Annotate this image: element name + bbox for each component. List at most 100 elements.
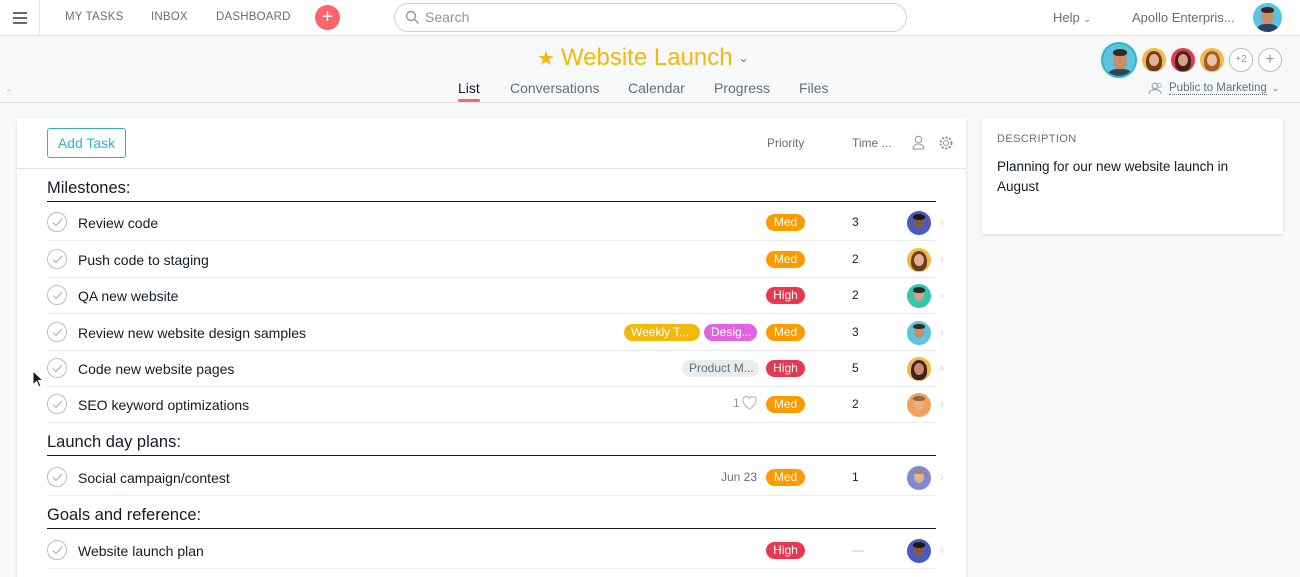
- tag-design[interactable]: Desig...: [704, 324, 757, 341]
- chevron-right-icon[interactable]: ›: [940, 325, 944, 339]
- star-icon[interactable]: ★: [537, 46, 555, 71]
- tab-conversations[interactable]: Conversations: [510, 80, 600, 96]
- tag-weekly[interactable]: Weekly T...: [624, 324, 700, 341]
- add-member-button[interactable]: +: [1258, 48, 1282, 72]
- project-title[interactable]: ★ Website Launch ⌄: [537, 44, 749, 72]
- section-header[interactable]: Launch day plans:: [47, 428, 936, 456]
- like-count[interactable]: 1: [733, 396, 757, 410]
- time-estimate[interactable]: 5: [852, 361, 859, 375]
- nav-inbox[interactable]: INBOX: [151, 11, 188, 23]
- top-bar: MY TASKS INBOX DASHBOARD + Help ⌄ Apollo…: [0, 0, 1300, 36]
- quick-add-button[interactable]: +: [315, 5, 340, 30]
- assignee-avatar[interactable]: [907, 248, 931, 272]
- tab-files[interactable]: Files: [799, 80, 829, 96]
- task-name[interactable]: Push code to staging: [78, 252, 209, 268]
- more-members-badge[interactable]: +2: [1229, 48, 1253, 72]
- search-input[interactable]: [425, 9, 895, 25]
- menu-icon[interactable]: [0, 0, 40, 36]
- chevron-right-icon[interactable]: ›: [940, 543, 944, 557]
- member-avatar[interactable]: [1171, 48, 1195, 72]
- assignee-avatar[interactable]: [907, 393, 931, 417]
- member-avatar[interactable]: [1142, 48, 1166, 72]
- add-task-button[interactable]: Add Task: [47, 128, 126, 158]
- task-row[interactable]: Review new website design samples Weekly…: [47, 315, 944, 351]
- task-row[interactable]: Social campaign/contest Jun 23 Med 1 ›: [47, 460, 944, 496]
- time-estimate[interactable]: 2: [852, 397, 859, 411]
- priority-badge[interactable]: Med: [766, 214, 805, 231]
- task-name[interactable]: QA new website: [78, 288, 178, 304]
- time-estimate[interactable]: 2: [852, 288, 859, 302]
- section-title: Milestones:: [47, 179, 131, 197]
- tab-list[interactable]: List: [458, 80, 480, 96]
- task-row[interactable]: QA new website High 2 ›: [47, 278, 944, 314]
- task-row[interactable]: Code new website pages Product M... High…: [47, 351, 944, 387]
- complete-checkbox[interactable]: [47, 285, 67, 305]
- time-estimate[interactable]: 3: [852, 215, 859, 229]
- priority-badge[interactable]: Med: [766, 396, 805, 413]
- member-avatar[interactable]: [1200, 48, 1224, 72]
- gear-icon[interactable]: [938, 135, 954, 151]
- complete-checkbox[interactable]: [47, 212, 67, 232]
- task-name[interactable]: Social campaign/contest: [78, 470, 230, 486]
- collapse-icon[interactable]: ⌃: [5, 88, 13, 99]
- tab-calendar[interactable]: Calendar: [628, 80, 685, 96]
- task-name[interactable]: Review code: [78, 215, 158, 231]
- description-text[interactable]: Planning for our new website launch in A…: [997, 157, 1257, 197]
- tab-progress[interactable]: Progress: [714, 80, 770, 96]
- chevron-down-icon[interactable]: ⌄: [739, 51, 749, 65]
- task-row[interactable]: Website launch plan High — ›: [47, 533, 944, 569]
- task-row[interactable]: Push code to staging Med 2 ›: [47, 242, 944, 278]
- chevron-right-icon[interactable]: ›: [940, 470, 944, 484]
- project-title-text: Website Launch: [560, 44, 733, 71]
- time-estimate[interactable]: 1: [852, 470, 859, 484]
- priority-badge[interactable]: High: [766, 287, 805, 304]
- priority-badge[interactable]: Med: [766, 469, 805, 486]
- task-row[interactable]: SEO keyword optimizations 1 Med 2 ›: [47, 387, 944, 423]
- due-date[interactable]: Jun 23: [721, 470, 757, 484]
- complete-checkbox[interactable]: [47, 358, 67, 378]
- member-avatar[interactable]: [1101, 42, 1137, 78]
- task-name[interactable]: Website launch plan: [78, 543, 204, 559]
- org-switcher[interactable]: Apollo Enterpris...: [1132, 10, 1235, 25]
- chevron-right-icon[interactable]: ›: [940, 215, 944, 229]
- task-name[interactable]: Review new website design samples: [78, 325, 306, 341]
- user-avatar[interactable]: [1253, 3, 1282, 32]
- complete-checkbox[interactable]: [47, 467, 67, 487]
- section-header[interactable]: Goals and reference:: [47, 501, 936, 529]
- priority-badge[interactable]: High: [766, 360, 805, 377]
- chevron-right-icon[interactable]: ›: [940, 288, 944, 302]
- time-estimate[interactable]: 2: [852, 252, 859, 266]
- complete-checkbox[interactable]: [47, 394, 67, 414]
- assignee-avatar[interactable]: [907, 466, 931, 490]
- chevron-down-icon: ⌄: [1271, 83, 1280, 93]
- section-header[interactable]: Milestones:: [47, 174, 936, 202]
- privacy-setting[interactable]: Public to Marketing ⌄: [1148, 82, 1279, 95]
- assignee-avatar[interactable]: [907, 321, 931, 345]
- column-header-priority[interactable]: Priority: [767, 136, 804, 150]
- chevron-right-icon[interactable]: ›: [940, 397, 944, 411]
- complete-checkbox[interactable]: [47, 540, 67, 560]
- task-name[interactable]: Code new website pages: [78, 361, 234, 377]
- column-header-time[interactable]: Time ...: [852, 136, 892, 150]
- priority-badge[interactable]: Med: [766, 251, 805, 268]
- nav-my-tasks[interactable]: MY TASKS: [65, 11, 123, 23]
- tag-product[interactable]: Product M...: [682, 360, 759, 377]
- assignee-avatar[interactable]: [907, 357, 931, 381]
- priority-badge[interactable]: Med: [766, 324, 805, 341]
- help-menu[interactable]: Help ⌄: [1053, 10, 1091, 25]
- task-row[interactable]: Review code Med 3 ›: [47, 205, 944, 241]
- assignee-avatar[interactable]: [907, 211, 931, 235]
- priority-badge[interactable]: High: [766, 542, 805, 559]
- time-estimate[interactable]: 3: [852, 325, 859, 339]
- chevron-right-icon[interactable]: ›: [940, 361, 944, 375]
- assignee-icon[interactable]: [912, 135, 925, 150]
- assignee-avatar[interactable]: [907, 539, 931, 563]
- task-name[interactable]: SEO keyword optimizations: [78, 397, 249, 413]
- time-estimate[interactable]: —: [852, 543, 864, 557]
- chevron-right-icon[interactable]: ›: [940, 252, 944, 266]
- complete-checkbox[interactable]: [47, 322, 67, 342]
- nav-dashboard[interactable]: DASHBOARD: [216, 11, 291, 23]
- assignee-avatar[interactable]: [907, 284, 931, 308]
- complete-checkbox[interactable]: [47, 249, 67, 269]
- search-bar[interactable]: [394, 3, 907, 32]
